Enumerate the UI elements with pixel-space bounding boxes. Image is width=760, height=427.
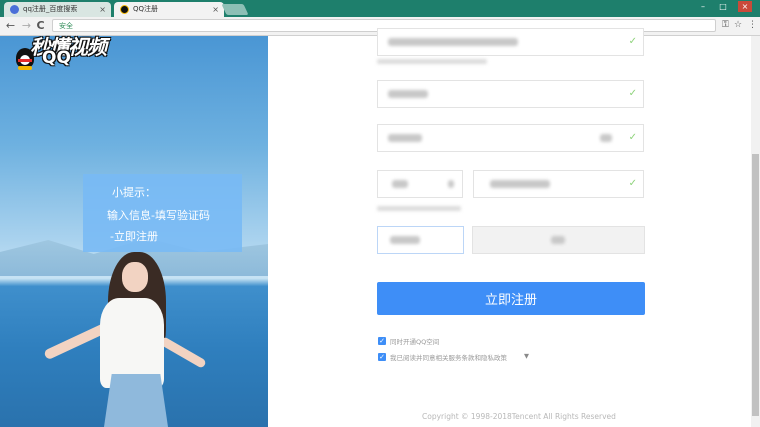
qzone-checkbox-label: 同时开通QQ空间 (390, 338, 440, 346)
tab-qq-register[interactable]: QQ注册 × (114, 2, 224, 17)
maximize-button[interactable]: □ (716, 1, 730, 12)
tip-line: -立即注册 (110, 230, 158, 243)
register-form: ✓ ✓ ✓ ✓ 立即注册 ✓ 同时开通QQ空间 ✓ 我已阅读并同意相关服务条款和… (268, 28, 751, 427)
blurred-value (388, 90, 428, 98)
blurred-value (490, 180, 550, 188)
photo-skirt (104, 374, 168, 427)
blurred-value (388, 134, 422, 142)
photo-arm (159, 336, 207, 369)
terms-checkbox[interactable]: ✓ (378, 353, 386, 361)
field-hint (377, 59, 487, 64)
password-input[interactable]: ✓ (377, 80, 644, 108)
field-hint (377, 206, 461, 211)
photo-face (122, 262, 148, 292)
new-tab-button[interactable] (221, 4, 249, 15)
verification-code-input[interactable] (377, 226, 464, 254)
blurred-value (392, 180, 408, 188)
phone-input[interactable]: ✓ (473, 170, 644, 198)
valid-check-icon: ✓ (628, 88, 637, 99)
eye-icon[interactable] (600, 134, 612, 142)
valid-check-icon: ✓ (628, 132, 637, 143)
tab-title: QQ注册 (133, 5, 159, 13)
tab-baidu-search[interactable]: qq注册_百度搜索 × (4, 2, 111, 17)
chevron-down-icon (448, 180, 454, 188)
tip-overlay: 小提示： 输入信息-填写验证码 -立即注册 (83, 174, 242, 252)
qq-logo-text: QQ (42, 48, 71, 68)
terms-dropdown-icon[interactable]: ▼ (524, 352, 529, 360)
register-now-button[interactable]: 立即注册 (377, 282, 645, 315)
country-code-select[interactable] (377, 170, 463, 198)
key-icon[interactable]: ⚿ (722, 19, 729, 32)
tab-title: qq注册_百度搜索 (23, 5, 78, 13)
minimize-button[interactable]: – (696, 1, 710, 12)
tab-close-icon[interactable]: × (212, 2, 219, 17)
nickname-input[interactable]: ✓ (377, 28, 644, 56)
tip-title: 小提示： (112, 186, 156, 199)
valid-check-icon: ✓ (628, 36, 637, 47)
back-button[interactable]: ← (4, 19, 17, 32)
send-code-button[interactable] (472, 226, 645, 254)
terms-checkbox-label[interactable]: 我已阅读并同意相关服务条款和隐私政策 (390, 352, 507, 362)
bookmark-star-icon[interactable]: ☆ (734, 19, 742, 32)
blurred-value (388, 38, 518, 46)
blurred-value (551, 236, 565, 244)
confirm-password-input[interactable]: ✓ (377, 124, 644, 152)
tab-close-icon[interactable]: × (99, 2, 106, 17)
scrollbar-thumb[interactable] (752, 154, 759, 416)
copyright-text: Copyright © 1998-2018Tencent All Rights … (422, 412, 616, 421)
page-scrollbar[interactable] (751, 36, 760, 427)
qq-icon (120, 5, 129, 14)
penguin-icon (16, 48, 34, 70)
window-close-button[interactable]: × (738, 1, 752, 12)
qzone-checkbox[interactable]: ✓ (378, 337, 386, 345)
tab-strip: qq注册_百度搜索 × QQ注册 × – □ × (0, 0, 760, 17)
blurred-value (390, 236, 420, 244)
baidu-icon (10, 5, 19, 14)
menu-icon[interactable]: ⋮ (748, 19, 757, 32)
valid-check-icon: ✓ (628, 178, 637, 189)
tip-line: 输入信息-填写验证码 (107, 209, 210, 222)
